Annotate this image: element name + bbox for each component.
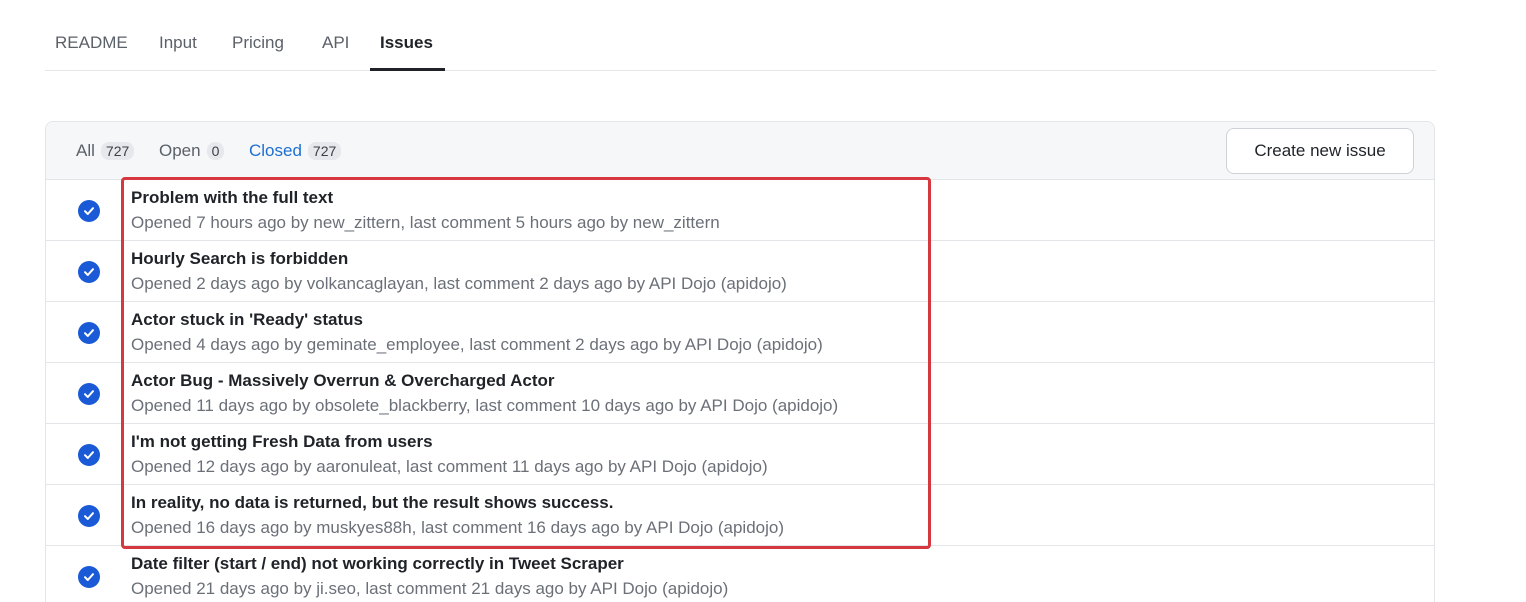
issue-meta: Opened 16 days ago by muskyes88h, last c… bbox=[131, 518, 784, 537]
issue-title[interactable]: Problem with the full text bbox=[131, 188, 333, 208]
filter-all-label: All bbox=[76, 141, 95, 160]
tab-issues[interactable]: Issues bbox=[380, 33, 433, 53]
issues-panel: All 727 Open 0 Closed 727 Create new iss… bbox=[45, 121, 1435, 602]
issues-header: All 727 Open 0 Closed 727 Create new iss… bbox=[46, 122, 1434, 180]
filter-all[interactable]: All 727 bbox=[76, 141, 135, 161]
filter-open-count: 0 bbox=[206, 142, 225, 160]
tab-api[interactable]: API bbox=[322, 33, 349, 53]
issue-meta: Opened 12 days ago by aaronuleat, last c… bbox=[131, 457, 768, 476]
tab-readme[interactable]: README bbox=[55, 33, 128, 53]
issue-title[interactable]: Actor Bug - Massively Overrun & Overchar… bbox=[131, 371, 555, 391]
issue-row[interactable]: In reality, no data is returned, but the… bbox=[46, 485, 1434, 546]
issue-title[interactable]: Date filter (start / end) not working co… bbox=[131, 554, 624, 574]
tab-bar: README Input Pricing API Issues bbox=[45, 0, 1436, 71]
issue-meta: Opened 7 hours ago by new_zittern, last … bbox=[131, 213, 720, 232]
issue-row[interactable]: Hourly Search is forbidden Opened 2 days… bbox=[46, 241, 1434, 302]
closed-issue-check-icon bbox=[78, 383, 100, 405]
issue-title[interactable]: In reality, no data is returned, but the… bbox=[131, 493, 613, 513]
page: README Input Pricing API Issues All 727 … bbox=[0, 0, 1526, 602]
filter-closed-count: 727 bbox=[307, 142, 342, 160]
filter-all-count: 727 bbox=[100, 142, 135, 160]
create-new-issue-button[interactable]: Create new issue bbox=[1226, 128, 1414, 174]
issue-row[interactable]: I'm not getting Fresh Data from users Op… bbox=[46, 424, 1434, 485]
issue-meta: Opened 21 days ago by ji.seo, last comme… bbox=[131, 579, 729, 598]
filter-closed-label: Closed bbox=[249, 141, 302, 160]
tab-input[interactable]: Input bbox=[159, 33, 197, 53]
tab-pricing[interactable]: Pricing bbox=[232, 33, 284, 53]
closed-issue-check-icon bbox=[78, 261, 100, 283]
closed-issue-check-icon bbox=[78, 505, 100, 527]
issue-meta: Opened 4 days ago by geminate_employee, … bbox=[131, 335, 823, 354]
issue-row[interactable]: Problem with the full text Opened 7 hour… bbox=[46, 180, 1434, 241]
issue-meta: Opened 2 days ago by volkancaglayan, las… bbox=[131, 274, 787, 293]
issue-title[interactable]: I'm not getting Fresh Data from users bbox=[131, 432, 433, 452]
closed-issue-check-icon bbox=[78, 200, 100, 222]
active-tab-indicator bbox=[370, 68, 445, 71]
issue-row[interactable]: Actor Bug - Massively Overrun & Overchar… bbox=[46, 363, 1434, 424]
filter-closed[interactable]: Closed 727 bbox=[249, 141, 342, 161]
issue-row[interactable]: Actor stuck in 'Ready' status Opened 4 d… bbox=[46, 302, 1434, 363]
closed-issue-check-icon bbox=[78, 322, 100, 344]
issue-title[interactable]: Actor stuck in 'Ready' status bbox=[131, 310, 363, 330]
closed-issue-check-icon bbox=[78, 444, 100, 466]
filter-open[interactable]: Open 0 bbox=[159, 141, 225, 161]
issue-title[interactable]: Hourly Search is forbidden bbox=[131, 249, 348, 269]
issue-row[interactable]: Date filter (start / end) not working co… bbox=[46, 546, 1434, 602]
filter-open-label: Open bbox=[159, 141, 201, 160]
issue-meta: Opened 11 days ago by obsolete_blackberr… bbox=[131, 396, 839, 415]
closed-issue-check-icon bbox=[78, 566, 100, 588]
